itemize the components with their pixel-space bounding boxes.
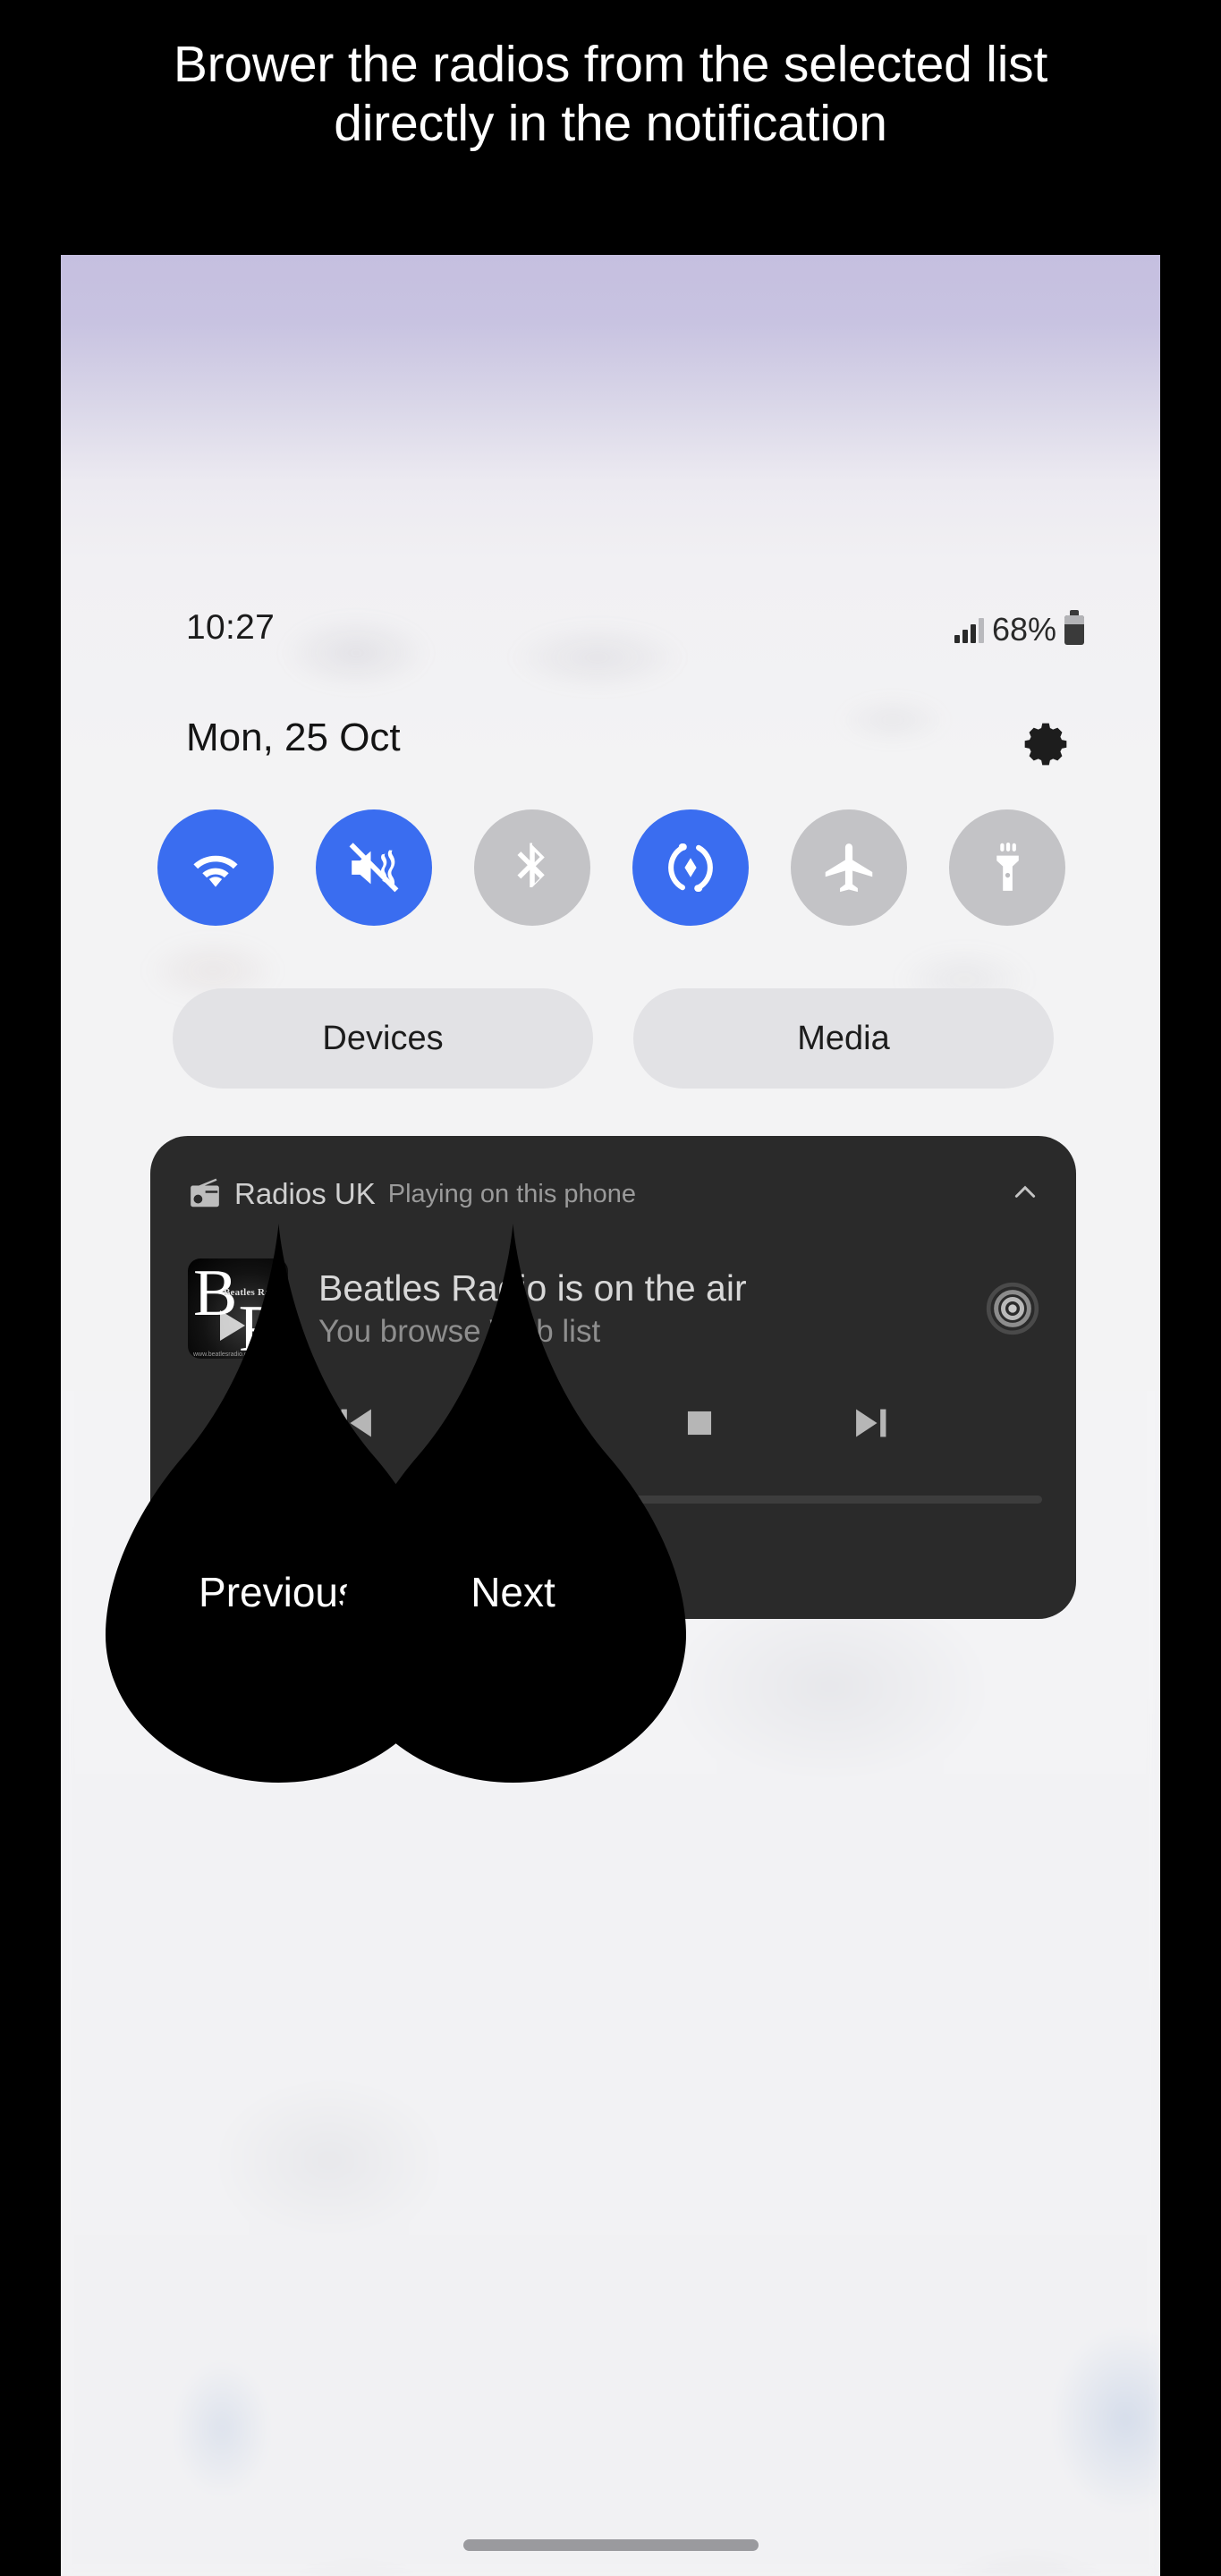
toggle-bluetooth[interactable] bbox=[474, 809, 590, 926]
toggle-wifi[interactable] bbox=[157, 809, 274, 926]
mute-vibrate-icon bbox=[349, 843, 399, 893]
bluetooth-icon bbox=[517, 843, 545, 887]
screenshot-root: Brower the radios from the selected list… bbox=[0, 0, 1221, 2576]
page-title: Brower the radios from the selected list… bbox=[0, 36, 1221, 153]
chevron-up-icon[interactable] bbox=[1006, 1174, 1044, 1216]
media-button[interactable]: Media bbox=[633, 988, 1054, 1089]
status-bar-indicators: 68% bbox=[954, 609, 1084, 648]
status-bar-clock: 10:27 bbox=[186, 608, 276, 647]
page-title-line-2: directly in the notification bbox=[334, 94, 887, 152]
devices-button[interactable]: Devices bbox=[173, 988, 593, 1089]
devices-button-label: Devices bbox=[322, 1019, 444, 1057]
shade-shortcut-pills: Devices Media bbox=[173, 988, 1054, 1089]
quick-settings-toggles bbox=[157, 809, 1065, 926]
callout-next-label: Next bbox=[471, 1569, 555, 1615]
gear-icon[interactable] bbox=[1021, 719, 1071, 769]
skip-next-icon bbox=[855, 1409, 886, 1437]
media-notification-header: Radios UK Playing on this phone bbox=[188, 1174, 1044, 1215]
status-bar: 10:27 68% bbox=[61, 608, 1160, 671]
flashlight-icon bbox=[996, 843, 1019, 891]
toggle-sound-mode[interactable] bbox=[316, 809, 432, 926]
wifi-icon bbox=[193, 855, 238, 887]
shade-date-row: Mon, 25 Oct bbox=[61, 716, 1160, 787]
radio-icon bbox=[191, 1178, 219, 1208]
media-next-button[interactable] bbox=[844, 1395, 899, 1451]
shade-date-label: Mon, 25 Oct bbox=[186, 716, 401, 759]
media-playing-on-label: Playing on this phone bbox=[387, 1179, 637, 1208]
page-title-line-1: Brower the radios from the selected list bbox=[173, 36, 1048, 93]
auto-rotate-icon bbox=[668, 843, 713, 892]
airplane-icon bbox=[825, 843, 873, 893]
cast-output-icon[interactable] bbox=[981, 1277, 1044, 1340]
callout-next: Next bbox=[340, 1224, 686, 1783]
toggle-airplane-mode[interactable] bbox=[791, 809, 907, 926]
home-indicator[interactable] bbox=[462, 2539, 759, 2551]
cellular-signal-icon bbox=[954, 616, 984, 643]
media-app-name: Radios UK bbox=[234, 1177, 376, 1210]
toggle-auto-rotate[interactable] bbox=[632, 809, 749, 926]
battery-percent-label: 68% bbox=[991, 611, 1056, 648]
media-button-label: Media bbox=[797, 1019, 890, 1057]
toggle-flashlight[interactable] bbox=[949, 809, 1065, 926]
battery-icon bbox=[1064, 609, 1084, 645]
